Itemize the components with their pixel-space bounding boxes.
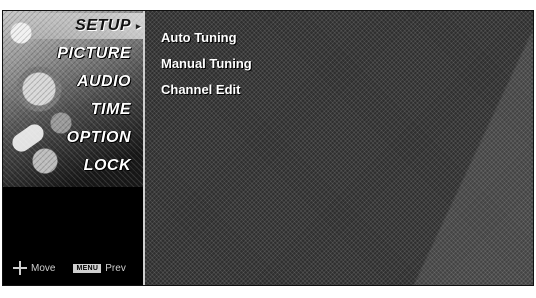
main-menu-sidebar: SETUP ▸ PICTURE AUDIO TIME OPTION LOCK M… (3, 11, 145, 285)
menu-item-label: OPTION (66, 129, 131, 146)
menu-item-time[interactable]: TIME (3, 97, 143, 123)
active-arrow-icon: ▸ (135, 21, 141, 31)
setup-submenu: Auto Tuning Manual Tuning Channel Edit (161, 25, 252, 103)
prev-hint-label: Prev (105, 262, 126, 274)
menu-item-label: PICTURE (57, 45, 131, 62)
menu-item-audio[interactable]: AUDIO (3, 69, 143, 95)
menu-item-label: SETUP (75, 17, 131, 34)
menu-item-label: TIME (90, 101, 131, 118)
menu-item-option[interactable]: OPTION (3, 125, 143, 151)
tv-osd-window: SETUP ▸ PICTURE AUDIO TIME OPTION LOCK M… (2, 10, 534, 286)
main-menu-list: SETUP ▸ PICTURE AUDIO TIME OPTION LOCK (3, 13, 143, 181)
menu-item-label: AUDIO (76, 73, 131, 90)
submenu-item-manual-tuning[interactable]: Manual Tuning (161, 51, 252, 77)
menu-key-icon: MENU (73, 263, 102, 273)
menu-item-lock[interactable]: LOCK (3, 153, 143, 179)
menu-item-setup[interactable]: SETUP ▸ (3, 13, 143, 39)
submenu-panel: Auto Tuning Manual Tuning Channel Edit (145, 11, 533, 285)
help-bar: Move MENU Prev (13, 261, 126, 275)
submenu-item-channel-edit[interactable]: Channel Edit (161, 77, 252, 103)
menu-item-picture[interactable]: PICTURE (3, 41, 143, 67)
move-hint-label: Move (31, 262, 56, 274)
menu-item-label: LOCK (83, 157, 131, 174)
submenu-item-auto-tuning[interactable]: Auto Tuning (161, 25, 252, 51)
four-way-arrow-icon (13, 261, 27, 275)
